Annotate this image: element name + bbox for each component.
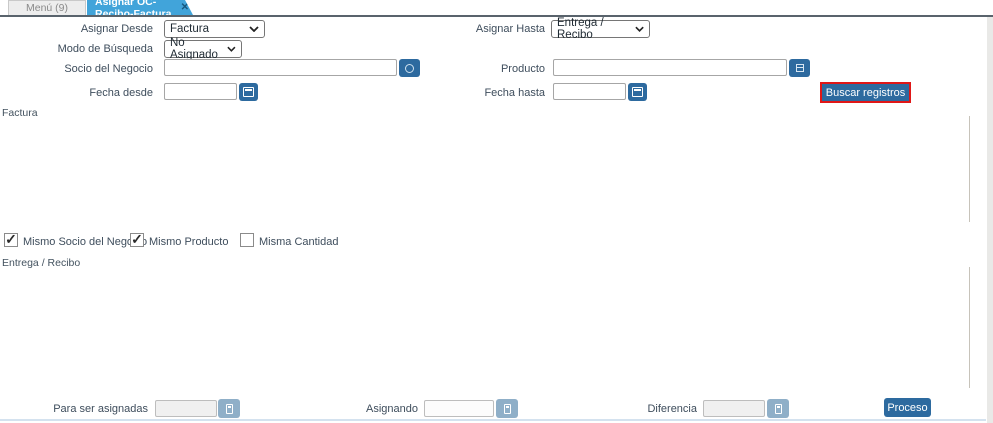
buscar-registros-highlight: Buscar registros [820, 82, 911, 103]
modo-busqueda-value: No Asignado [170, 37, 218, 61]
fecha-desde-calendar-button[interactable] [239, 83, 258, 101]
tab-asignar-oc-recibo-factura[interactable]: Asignar OC-Recibo-Factura ✕ [87, 0, 193, 15]
para-ser-asignadas-input [155, 400, 217, 417]
para-ser-asignadas-calc-button[interactable] [218, 399, 240, 418]
misma-cantidad-label: Misma Cantidad [259, 236, 339, 248]
asignar-desde-select[interactable]: Factura [164, 20, 265, 38]
asignar-desde-value: Factura [170, 23, 209, 35]
chevron-down-icon [227, 46, 236, 52]
chevron-down-icon [635, 26, 644, 32]
modo-busqueda-select[interactable]: No Asignado [164, 37, 242, 61]
producto-input[interactable] [553, 59, 787, 76]
asignando-input[interactable] [424, 400, 494, 417]
producto-label: Producto [500, 63, 545, 75]
fecha-hasta-calendar-button[interactable] [628, 83, 647, 101]
mismo-socio-checkbox[interactable]: ✓ [4, 231, 18, 247]
fecha-hasta-input[interactable] [553, 83, 626, 100]
scrollbar-track[interactable] [987, 17, 993, 423]
calendar-icon [243, 87, 254, 97]
buscar-registros-button[interactable]: Buscar registros [822, 84, 909, 101]
fecha-desde-input[interactable] [164, 83, 237, 100]
tab-bar: Menú (9) Asignar OC-Recibo-Factura ✕ [0, 0, 993, 15]
proceso-button[interactable]: Proceso [884, 398, 931, 417]
producto-search-button[interactable] [789, 59, 810, 77]
mismo-producto-label: Mismo Producto [149, 236, 229, 248]
asignar-hasta-select[interactable]: Entrega / Recibo [551, 17, 650, 41]
fecha-hasta-label: Fecha hasta [484, 87, 545, 99]
asignar-hasta-label: Asignar Hasta [475, 23, 545, 35]
tab-underline [0, 15, 993, 17]
tab-menu[interactable]: Menú (9) [8, 0, 86, 15]
socio-negocio-input[interactable] [164, 59, 397, 76]
footer-divider [0, 419, 986, 421]
diferencia-label: Diferencia [647, 403, 697, 415]
misma-cantidad-checkbox[interactable] [240, 233, 254, 247]
calculator-icon [225, 403, 233, 414]
checkmark-icon: ✓ [131, 231, 143, 247]
entrega-section-label: Entrega / Recibo [2, 257, 81, 269]
asignando-label: Asignando [366, 403, 418, 415]
checkmark-icon: ✓ [5, 231, 17, 247]
asignar-hasta-value: Entrega / Recibo [557, 17, 604, 41]
calculator-icon [503, 403, 511, 414]
chevron-down-icon [249, 26, 259, 32]
mismo-socio-label: Mismo Socio del Negocio [23, 236, 148, 248]
entrega-panel-divider [969, 267, 970, 388]
fecha-desde-label: Fecha desde [89, 87, 153, 99]
asignando-calc-button[interactable] [496, 399, 518, 418]
diferencia-calc-button[interactable] [767, 399, 789, 418]
assign-po-receipt-invoice-window: Menú (9) Asignar OC-Recibo-Factura ✕ Asi… [0, 0, 993, 423]
para-ser-asignadas-label: Para ser asignadas [53, 403, 148, 415]
modo-busqueda-label: Modo de Búsqueda [57, 43, 153, 55]
asignar-desde-label: Asignar Desde [80, 23, 153, 35]
factura-section-label: Factura [2, 107, 38, 119]
calendar-icon [632, 87, 643, 97]
factura-panel-divider [969, 116, 970, 222]
socio-negocio-label: Socio del Negocio [64, 63, 153, 75]
calculator-icon [774, 403, 782, 414]
mismo-producto-checkbox[interactable]: ✓ [130, 231, 144, 247]
product-search-icon [795, 64, 804, 72]
tab-menu-label: Menú (9) [25, 2, 68, 14]
diferencia-input [703, 400, 765, 417]
close-icon[interactable]: ✕ [181, 2, 189, 13]
